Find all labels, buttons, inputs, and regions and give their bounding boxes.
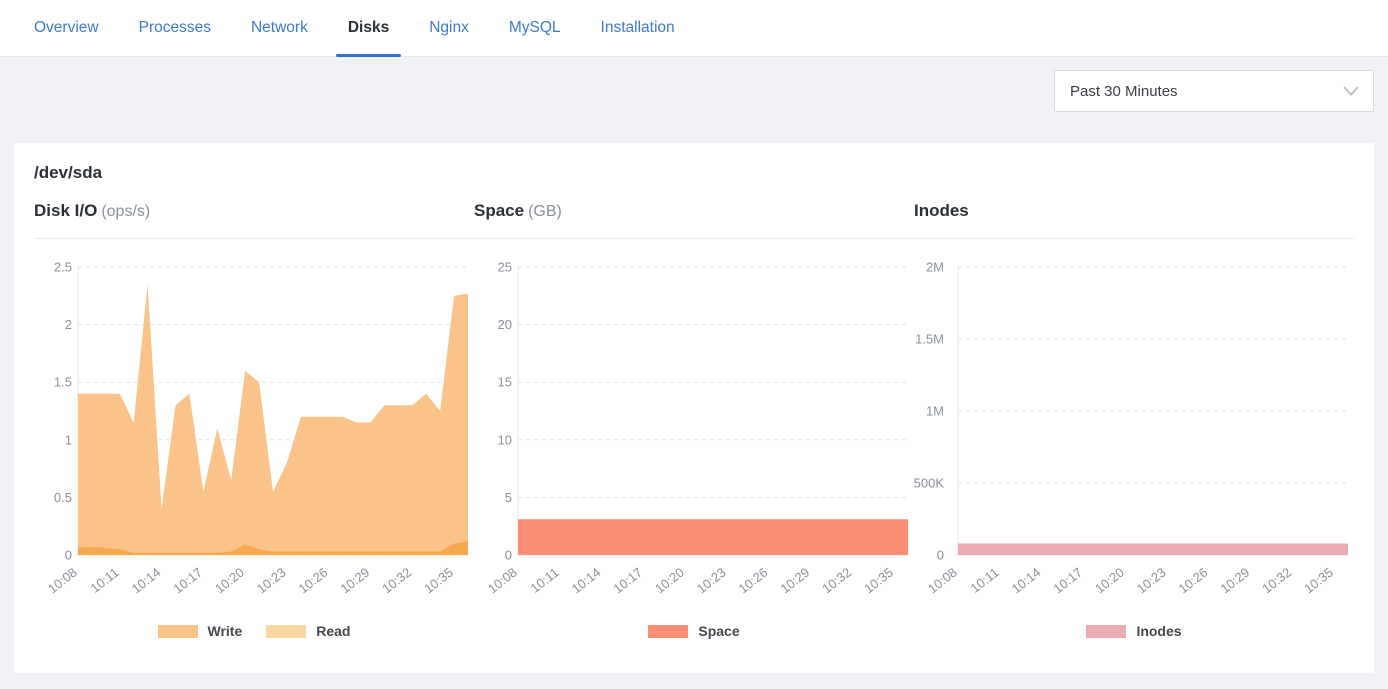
svg-text:2M: 2M: [926, 260, 944, 275]
device-title: /dev/sda: [34, 161, 1354, 185]
svg-text:10:29: 10:29: [337, 565, 372, 597]
legend-inodes: Inodes: [1086, 623, 1181, 639]
svg-text:10:29: 10:29: [777, 565, 812, 597]
svg-text:1M: 1M: [926, 404, 944, 419]
legend-read: Read: [266, 623, 350, 639]
tab-nginx[interactable]: Nginx: [417, 0, 481, 56]
svg-text:10:20: 10:20: [1092, 565, 1127, 597]
legend-label: Write: [208, 623, 243, 639]
svg-text:15: 15: [498, 375, 512, 390]
svg-text:10:08: 10:08: [485, 565, 520, 597]
tab-network[interactable]: Network: [239, 0, 320, 56]
tab-installation[interactable]: Installation: [589, 0, 687, 56]
svg-text:10:35: 10:35: [861, 565, 896, 597]
svg-text:0: 0: [65, 548, 72, 563]
svg-text:2.5: 2.5: [54, 260, 72, 275]
disk-io-title: Disk I/O(ops/s): [34, 199, 474, 224]
inodes-title: Inodes: [914, 199, 1354, 224]
toolbar: Past 30 Minutes: [0, 57, 1388, 112]
svg-text:10:20: 10:20: [652, 565, 687, 597]
tab-bar: Overview Processes Network Disks Nginx M…: [0, 0, 1388, 57]
svg-text:0: 0: [505, 548, 512, 563]
chart-titles-row: Disk I/O(ops/s) Space(GB) Inodes: [34, 199, 1354, 224]
svg-text:10:26: 10:26: [1176, 565, 1211, 597]
time-range-value: Past 30 Minutes: [1070, 83, 1178, 100]
read-swatch: [266, 625, 306, 638]
space-swatch: [648, 625, 688, 638]
svg-text:10:14: 10:14: [1009, 565, 1044, 597]
svg-text:10:11: 10:11: [528, 565, 562, 596]
chevron-down-icon: [1343, 86, 1359, 96]
svg-text:10: 10: [498, 432, 512, 447]
inodes-chart-block: 0500K1M1.5M2M10:0810:1110:1410:1710:2010…: [914, 253, 1354, 639]
svg-text:2: 2: [65, 317, 72, 332]
svg-text:10:14: 10:14: [129, 565, 164, 597]
svg-text:0.5: 0.5: [54, 490, 72, 505]
svg-text:10:32: 10:32: [819, 565, 854, 597]
svg-text:10:17: 10:17: [610, 565, 645, 597]
svg-text:10:08: 10:08: [45, 565, 80, 597]
space-chart: 0 5 10 15 20 25 10:08 10:1110:1410:1710:2010:23…: [474, 253, 914, 608]
legend-write: Write: [158, 623, 243, 639]
space-chart-block: 0 5 10 15 20 25 10:08 10:1110:1410:1710:2010:23…: [474, 253, 914, 639]
legend-label: Space: [698, 623, 739, 639]
tab-disks[interactable]: Disks: [336, 0, 401, 56]
divider: [34, 238, 1354, 239]
svg-text:25: 25: [498, 260, 512, 275]
svg-text:10:17: 10:17: [170, 565, 205, 597]
svg-text:10:11: 10:11: [968, 565, 1002, 596]
svg-text:1: 1: [65, 432, 72, 447]
space-title: Space(GB): [474, 199, 914, 224]
svg-text:20: 20: [498, 317, 512, 332]
disk-io-chart-block: 00.511.522.510:0810:1110:1410:1710:2010:…: [34, 253, 474, 639]
inodes-swatch: [1086, 625, 1126, 638]
svg-text:10:23: 10:23: [694, 565, 729, 597]
disk-io-legend: Write Read: [34, 623, 474, 639]
svg-text:500K: 500K: [914, 476, 944, 491]
svg-text:10:32: 10:32: [1259, 565, 1294, 597]
svg-text:1.5: 1.5: [54, 375, 72, 390]
legend-label: Read: [316, 623, 350, 639]
disk-card: /dev/sda Disk I/O(ops/s) Space(GB) Inode…: [14, 143, 1374, 673]
svg-text:10:11: 10:11: [88, 565, 122, 596]
svg-text:10:35: 10:35: [1301, 565, 1336, 597]
svg-text:10:17: 10:17: [1050, 565, 1085, 597]
svg-text:10:26: 10:26: [296, 565, 331, 597]
tab-mysql[interactable]: MySQL: [497, 0, 573, 56]
svg-text:10:32: 10:32: [379, 565, 414, 597]
charts-row: 00.511.522.510:0810:1110:1410:1710:2010:…: [34, 253, 1354, 639]
disk-io-unit: (ops/s): [101, 203, 150, 220]
space-unit: (GB): [528, 203, 562, 220]
svg-text:10:23: 10:23: [1134, 565, 1169, 597]
svg-text:10:23: 10:23: [254, 565, 289, 597]
svg-text:10:08: 10:08: [925, 565, 960, 597]
svg-text:10:35: 10:35: [421, 565, 456, 597]
svg-text:10:20: 10:20: [212, 565, 247, 597]
legend-label: Inodes: [1136, 623, 1181, 639]
inodes-chart: 0500K1M1.5M2M10:0810:1110:1410:1710:2010…: [914, 253, 1354, 608]
svg-text:10:14: 10:14: [569, 565, 604, 597]
space-legend: Space: [474, 623, 914, 639]
svg-text:0: 0: [937, 548, 944, 563]
inodes-legend: Inodes: [914, 623, 1354, 639]
write-swatch: [158, 625, 198, 638]
time-range-select[interactable]: Past 30 Minutes: [1054, 70, 1374, 112]
tab-processes[interactable]: Processes: [127, 0, 223, 56]
legend-space: Space: [648, 623, 739, 639]
disk-io-chart: 00.511.522.510:0810:1110:1410:1710:2010:…: [34, 253, 474, 608]
tab-overview[interactable]: Overview: [22, 0, 111, 56]
svg-text:10:29: 10:29: [1217, 565, 1252, 597]
svg-text:5: 5: [505, 490, 512, 505]
svg-text:1.5M: 1.5M: [915, 332, 944, 347]
svg-text:10:26: 10:26: [736, 565, 771, 597]
